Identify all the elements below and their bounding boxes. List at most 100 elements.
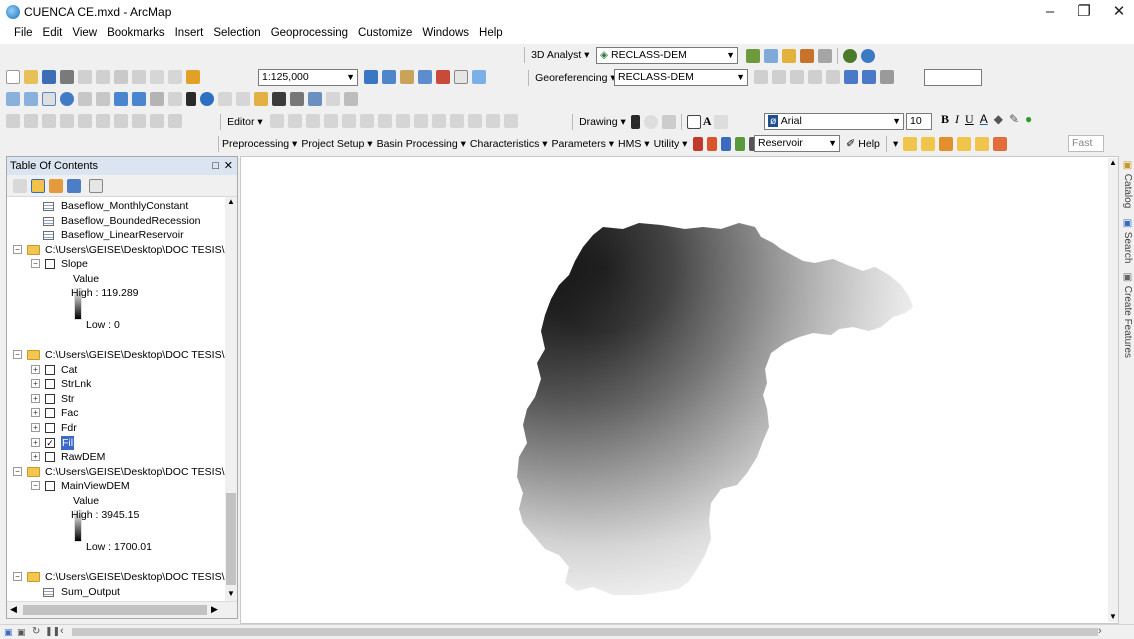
menu-selection[interactable]: Selection xyxy=(208,24,265,39)
options-icon[interactable] xyxy=(89,179,103,193)
layer-visibility-checkbox[interactable] xyxy=(45,259,55,270)
menu-insert[interactable]: Insert xyxy=(170,24,209,39)
scroll-left-icon[interactable]: ◀ xyxy=(10,604,17,615)
expand-icon[interactable]: + xyxy=(31,423,40,432)
find-icon[interactable] xyxy=(272,92,286,106)
arctoolbox-icon[interactable] xyxy=(436,70,450,84)
hyperlink-icon[interactable] xyxy=(218,92,232,106)
view-link-table-icon[interactable] xyxy=(844,70,858,84)
list-by-visibility-icon[interactable] xyxy=(49,179,63,193)
interpolate-icon[interactable] xyxy=(800,49,814,63)
expand-icon[interactable]: + xyxy=(31,452,40,462)
menu-customize[interactable]: Customize xyxy=(353,24,417,39)
close-icon[interactable]: ✕ xyxy=(224,157,233,175)
drawing-label[interactable]: Drawing xyxy=(579,116,618,128)
view-unplaced-labels-icon[interactable] xyxy=(993,137,1008,151)
menu-bookmarks[interactable]: Bookmarks xyxy=(102,24,170,39)
menu-help[interactable]: Help xyxy=(474,24,508,39)
collapse-icon[interactable]: − xyxy=(31,481,40,491)
layer-visibility-checkbox[interactable]: ✓ xyxy=(45,437,55,448)
delete-link-icon[interactable] xyxy=(826,70,840,84)
scroll-left-icon[interactable]: ‹ xyxy=(60,625,64,637)
toc-layer-str[interactable]: + Str xyxy=(7,392,225,406)
scroll-up-icon[interactable]: ▲ xyxy=(1109,158,1117,167)
scroll-right-icon[interactable]: › xyxy=(1098,625,1102,637)
layer-visibility-checkbox[interactable] xyxy=(45,452,55,463)
label-priority-icon[interactable] xyxy=(921,137,936,151)
geohms-menu-basin-processing[interactable]: Basin Processing ▾ xyxy=(377,138,466,150)
toc-layer-cat[interactable]: + Cat xyxy=(7,363,225,377)
undo-icon[interactable] xyxy=(150,70,164,84)
paste-icon[interactable] xyxy=(114,70,128,84)
layer-visibility-checkbox[interactable] xyxy=(45,481,55,492)
search-window-icon[interactable] xyxy=(418,70,432,84)
toc-table-baseflow-monthlyconstant[interactable]: Baseflow_MonthlyConstant xyxy=(7,199,225,213)
save-icon[interactable] xyxy=(42,70,56,84)
shift-icon[interactable] xyxy=(772,70,786,84)
label-manager-icon[interactable] xyxy=(903,137,918,151)
delete-icon[interactable] xyxy=(132,70,146,84)
hydro-tool-icon[interactable] xyxy=(693,137,704,151)
python-window-icon[interactable] xyxy=(454,70,468,84)
menu-view[interactable]: View xyxy=(67,24,102,39)
collapse-icon[interactable]: − xyxy=(31,259,40,269)
collapse-icon[interactable]: − xyxy=(13,572,22,581)
find-route-icon[interactable] xyxy=(290,92,304,106)
toc-group-layer[interactable]: − C:\Users\GEISE\Desktop\DOC TESIS\ xyxy=(7,348,225,362)
go-to-xy-icon[interactable] xyxy=(308,92,322,106)
print-icon[interactable] xyxy=(60,70,74,84)
menu-file[interactable]: File xyxy=(0,24,38,39)
catalog-window-icon[interactable] xyxy=(400,70,414,84)
create-viewer-icon[interactable] xyxy=(344,92,358,106)
clear-selection-icon[interactable] xyxy=(168,92,182,106)
link-icon[interactable] xyxy=(808,70,822,84)
rotate-dropdown-icon[interactable] xyxy=(880,70,894,84)
layer-visibility-checkbox[interactable] xyxy=(45,408,55,419)
forward-icon[interactable] xyxy=(132,92,146,106)
reservoir-combo[interactable]: Reservoir ▼ xyxy=(754,135,840,152)
lock-labels-icon[interactable] xyxy=(957,137,972,151)
new-text-icon[interactable]: A xyxy=(703,114,712,128)
pause-labeling-icon[interactable] xyxy=(975,137,990,151)
copy-icon[interactable] xyxy=(96,70,110,84)
line-of-sight-icon[interactable] xyxy=(782,49,796,63)
identify-icon[interactable] xyxy=(200,92,214,106)
scale-combo[interactable]: 1:125,000 ▼ xyxy=(258,69,358,86)
close-icon[interactable]: ✕ xyxy=(1097,0,1134,24)
marker-color-icon[interactable]: ● xyxy=(1025,112,1032,126)
collapse-icon[interactable]: − xyxy=(13,350,22,359)
3d-analyst-label[interactable]: 3D Analyst xyxy=(531,49,581,61)
italic-icon[interactable]: I xyxy=(955,112,959,126)
georeferencing-label[interactable]: Georeferencing xyxy=(535,72,607,84)
layer-visibility-checkbox[interactable] xyxy=(45,364,55,375)
rotate-element-icon[interactable] xyxy=(643,115,658,130)
new-document-icon[interactable] xyxy=(6,70,20,84)
toc-layer-rawdem[interactable]: + RawDEM xyxy=(7,450,225,464)
underline-icon[interactable]: U xyxy=(965,112,974,126)
measure-icon[interactable] xyxy=(254,92,268,106)
refresh-icon[interactable]: ↻ xyxy=(32,626,40,637)
collapse-icon[interactable]: − xyxy=(13,466,22,476)
pause-drawing-icon[interactable]: ❚❚ xyxy=(45,626,60,637)
dock-tab-catalog[interactable]: ▣ Catalog xyxy=(1121,160,1133,208)
add-control-points-icon[interactable] xyxy=(790,70,804,84)
map-vertical-scrollbar[interactable]: ▲ ▼ xyxy=(1108,158,1118,622)
menu-geoprocessing[interactable]: Geoprocessing xyxy=(266,24,353,39)
zoom-in-icon[interactable] xyxy=(6,92,20,106)
list-by-selection-icon[interactable] xyxy=(67,179,81,193)
expand-icon[interactable]: + xyxy=(31,393,40,403)
scrollbar-thumb[interactable] xyxy=(226,493,236,585)
fill-color-icon[interactable]: ◆ xyxy=(994,112,1003,126)
expand-icon[interactable]: + xyxy=(31,379,40,389)
toc-group-layer[interactable]: − C:\Users\GEISE\Desktop\DOC TESIS\ xyxy=(7,465,225,479)
toc-layer-strlnk[interactable]: + StrLnk xyxy=(7,377,225,391)
list-by-source-icon[interactable] xyxy=(31,179,45,193)
layout-view-icon[interactable]: ▣ xyxy=(17,627,26,638)
scroll-up-icon[interactable]: ▲ xyxy=(227,197,235,206)
data-view-icon[interactable]: ▣ xyxy=(4,627,13,638)
toc-layer-fac[interactable]: + Fac xyxy=(7,406,225,420)
fast-combo[interactable]: Fast xyxy=(1068,135,1104,152)
map-horizontal-scrollbar-thumb[interactable] xyxy=(72,628,1098,636)
fixed-zoom-in-icon[interactable] xyxy=(78,92,92,106)
redo-icon[interactable] xyxy=(168,70,182,84)
